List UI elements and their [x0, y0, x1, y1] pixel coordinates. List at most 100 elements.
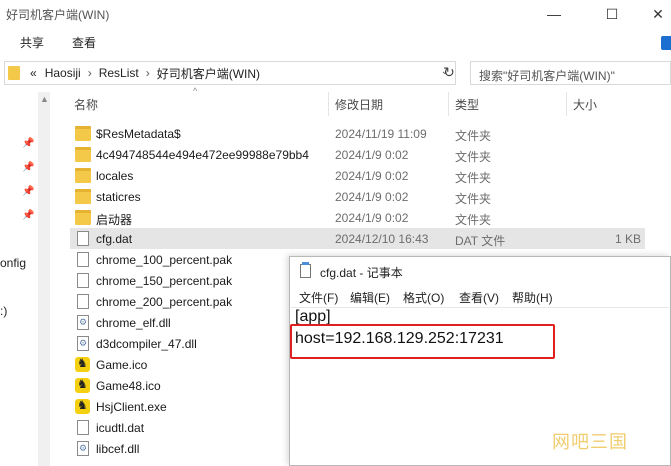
menu-help[interactable]: 帮助(H)	[512, 289, 553, 306]
file-name: chrome_elf.dll	[96, 316, 171, 330]
file-icon	[77, 420, 89, 435]
file-row[interactable]: cfg.dat 2024/12/10 16:43 DAT 文件 1 KB	[70, 228, 645, 249]
file-type: 文件夹	[455, 171, 492, 185]
file-row[interactable]: 启动器 2024/1/9 0:02 文件夹	[70, 207, 645, 228]
dll-file-icon	[77, 441, 89, 456]
notepad-title: cfg.dat - 记事本	[320, 266, 403, 280]
folder-icon	[75, 126, 91, 141]
window-title: 好司机客户端(WIN)	[6, 8, 110, 22]
tab-share[interactable]: 共享	[20, 34, 44, 51]
watermark-logo: 网吧三国	[552, 432, 628, 452]
folder-icon	[75, 210, 91, 225]
file-icon	[77, 231, 89, 246]
column-header-size[interactable]: 大小	[573, 96, 597, 113]
search-placeholder: 搜索"好司机客户端(WIN)"	[479, 69, 615, 83]
file-name: Game48.ico	[96, 379, 161, 393]
menu-view[interactable]: 查看(V)	[459, 289, 499, 306]
nav-item-partial[interactable]: :)	[0, 304, 7, 318]
help-icon[interactable]	[661, 36, 671, 50]
app-icon	[75, 377, 90, 393]
file-name: icudtl.dat	[96, 421, 145, 435]
menu-format[interactable]: 格式(O)	[403, 289, 444, 306]
pin-icon[interactable]: 📌	[22, 138, 34, 150]
file-row[interactable]: 4c494748544e494e472ee99988e79bb4 2024/1/9…	[70, 144, 645, 165]
file-name: staticres	[96, 190, 141, 204]
file-name: cfg.dat	[96, 232, 133, 246]
annotation-highlight-box	[290, 324, 555, 359]
file-name: Game.ico	[96, 358, 148, 372]
pin-icon[interactable]: 📌	[22, 162, 34, 174]
pin-icon[interactable]: 📌	[22, 186, 34, 198]
file-type: DAT 文件	[455, 234, 506, 248]
file-icon	[77, 252, 89, 267]
address-bar[interactable]: « › Haosiji › ResList › 好司机客户端(WIN) ⌄	[4, 61, 456, 85]
file-date: 2024/1/9 0:02	[335, 190, 409, 204]
file-name: chrome_100_percent.pak	[96, 253, 233, 267]
app-icon	[75, 356, 90, 372]
maximize-button[interactable]: ☐	[589, 0, 635, 28]
notepad-icon	[300, 262, 311, 278]
ribbon: 共享 查看	[0, 28, 671, 56]
close-button[interactable]: ✕	[635, 0, 671, 28]
maximize-icon: ☐	[605, 5, 619, 22]
file-name: 4c494748544e494e472ee99988e79bb4	[96, 148, 309, 162]
folder-icon	[75, 147, 91, 162]
file-type: 文件夹	[455, 150, 492, 164]
file-type: 文件夹	[455, 192, 492, 206]
file-row[interactable]: $ResMetadata$ 2024/11/19 11:09 文件夹	[70, 123, 645, 144]
file-row[interactable]: locales 2024/1/9 0:02 文件夹	[70, 165, 645, 186]
file-name: chrome_200_percent.pak	[96, 295, 233, 309]
file-date: 2024/1/9 0:02	[335, 211, 409, 225]
close-icon: ✕	[652, 5, 664, 22]
breadcrumb-reslist[interactable]: ResList	[99, 66, 139, 80]
menu-file[interactable]: 文件(F)	[299, 289, 338, 306]
dll-file-icon	[77, 336, 89, 351]
file-name: locales	[96, 169, 134, 183]
notepad-titlebar[interactable]: cfg.dat - 记事本	[290, 257, 670, 285]
column-divider[interactable]	[328, 92, 329, 116]
file-name: HsjClient.exe	[96, 400, 167, 414]
folder-icon	[8, 66, 20, 80]
file-name: chrome_150_percent.pak	[96, 274, 233, 288]
nav-scrollbar[interactable]: ▲	[38, 92, 50, 466]
minimize-icon: —	[547, 6, 561, 22]
file-date: 2024/1/9 0:02	[335, 148, 409, 162]
navigation-bar: « › Haosiji › ResList › 好司机客户端(WIN) ⌄ ↻ …	[0, 58, 671, 88]
breadcrumb-separator: ›	[87, 66, 92, 80]
file-name: libcef.dll	[96, 442, 140, 456]
folder-icon	[75, 168, 91, 183]
menu-edit[interactable]: 编辑(E)	[350, 289, 390, 306]
file-row[interactable]: staticres 2024/1/9 0:02 文件夹	[70, 186, 645, 207]
app-icon	[75, 398, 90, 414]
file-icon	[77, 294, 89, 309]
breadcrumb-current[interactable]: 好司机客户端(WIN)	[157, 65, 260, 82]
column-header-date[interactable]: 修改日期	[335, 96, 383, 113]
file-date: 2024/1/9 0:02	[335, 169, 409, 183]
file-name: $ResMetadata$	[96, 127, 181, 141]
file-name: 启动器	[96, 213, 133, 227]
column-header-type[interactable]: 类型	[455, 96, 479, 113]
notepad-menubar: 文件(F) 编辑(E) 格式(O) 查看(V) 帮助(H)	[290, 285, 670, 307]
refresh-icon[interactable]: ↻	[440, 64, 458, 82]
dll-file-icon	[77, 315, 89, 330]
breadcrumb-overflow[interactable]: «	[30, 66, 37, 80]
nav-item-partial[interactable]: onfig	[0, 256, 26, 270]
sort-ascending-icon: ^	[193, 86, 198, 96]
file-size: 1 KB	[614, 232, 641, 246]
search-input[interactable]: 搜索"好司机客户端(WIN)"	[470, 61, 671, 85]
column-divider[interactable]	[566, 92, 567, 116]
folder-icon	[75, 189, 91, 204]
file-date: 2024/11/19 11:09	[335, 127, 427, 141]
file-name: d3dcompiler_47.dll	[96, 337, 197, 351]
file-icon	[77, 273, 89, 288]
scroll-up-icon[interactable]: ▲	[40, 94, 49, 104]
column-divider[interactable]	[448, 92, 449, 116]
pin-icon[interactable]: 📌	[22, 210, 34, 222]
explorer-titlebar: 好司机客户端(WIN) — ☐ ✕	[0, 0, 671, 28]
column-header-name[interactable]: 名称	[74, 96, 98, 113]
tab-view[interactable]: 查看	[72, 34, 96, 51]
breadcrumb-separator: ›	[145, 66, 150, 80]
file-type: 文件夹	[455, 213, 492, 227]
minimize-button[interactable]: —	[531, 0, 577, 28]
breadcrumb-haosiji[interactable]: Haosiji	[45, 66, 81, 80]
